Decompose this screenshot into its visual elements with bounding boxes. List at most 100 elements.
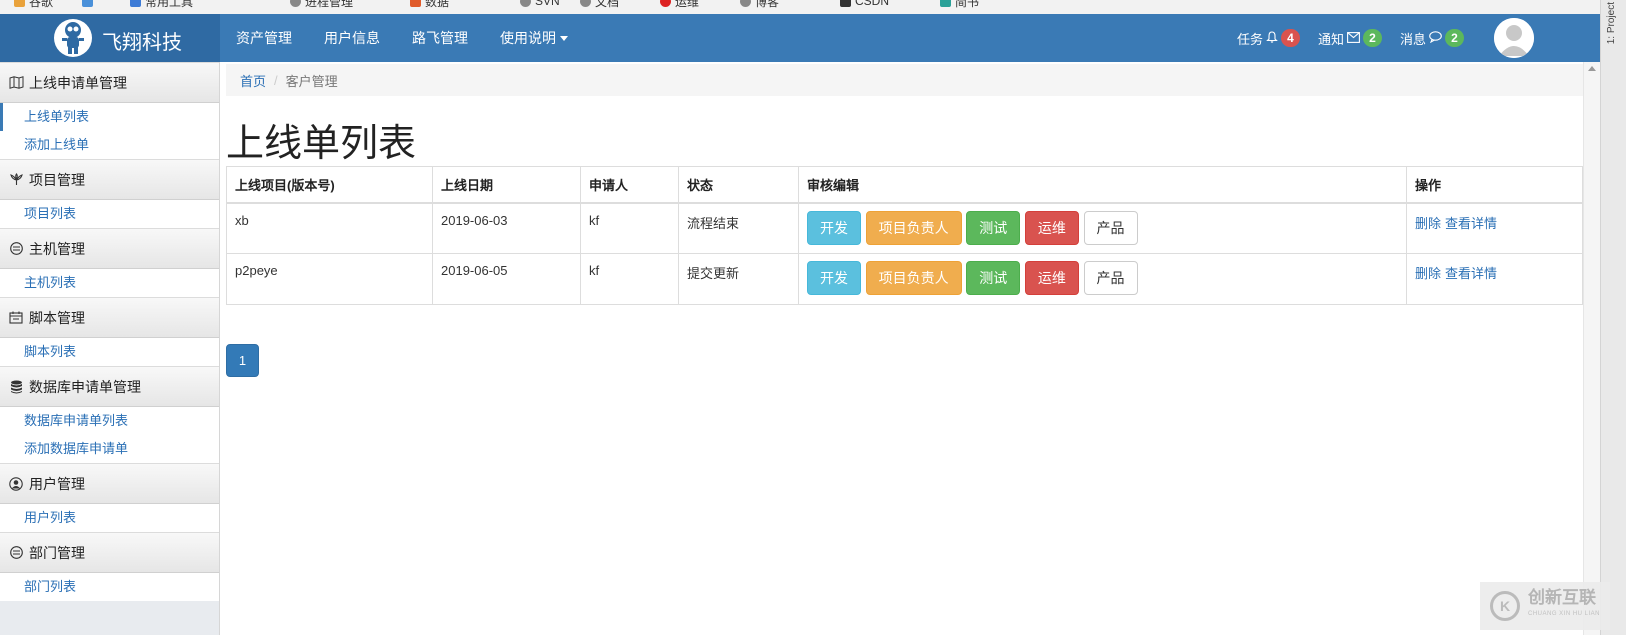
sidebar-item-add-db[interactable]: 添加数据库申请单 (0, 435, 219, 463)
sidebar-item-user-list[interactable]: 用户列表 (0, 504, 219, 532)
bookmark-item[interactable]: SVN (520, 0, 560, 8)
brand[interactable]: 飞翔科技 (0, 14, 220, 62)
bookmark-label[interactable]: SVN (535, 0, 560, 8)
sidebar-group-projects[interactable]: 项目管理 (0, 159, 219, 200)
review-dev-button[interactable]: 开发 (807, 261, 861, 295)
sidebar-group-label: 项目管理 (29, 171, 85, 188)
breadcrumb-home[interactable]: 首页 (240, 71, 266, 90)
brand-title[interactable]: 飞翔科技 (102, 26, 182, 55)
cell-applicant: kf (580, 202, 679, 254)
sidebar-submenu: 用户列表 (0, 504, 219, 532)
review-product-button[interactable]: 产品 (1083, 261, 1138, 295)
sidebar-item-add-deploy[interactable]: 添加上线单 (0, 131, 219, 159)
bookmark-item[interactable] (82, 0, 93, 8)
top-navbar: 飞翔科技 资产管理 用户信息 路飞管理 使用说明 任务 4 通知 2 消息 2 (0, 14, 1600, 62)
tasks-button[interactable]: 任务 4 (1237, 29, 1300, 48)
pagination-page-1[interactable]: 1 (226, 344, 259, 377)
bookmark-item[interactable]: 常用工具 (130, 0, 193, 10)
user-avatar[interactable] (1494, 18, 1534, 58)
bookmark-item[interactable]: 博客 (740, 0, 779, 10)
detail-link[interactable]: 查看详情 (1445, 216, 1497, 231)
review-ops-button[interactable]: 运维 (1024, 210, 1079, 245)
sidebar-group-deploy[interactable]: 上线申请单管理 (0, 62, 219, 103)
host-icon (8, 241, 24, 257)
tasks-label: 任务 (1236, 31, 1263, 47)
bookmark-item[interactable]: 谷歌 (14, 0, 53, 10)
sidebar-submenu: 主机列表 (0, 269, 219, 297)
review-test-button[interactable]: 测试 (966, 261, 1021, 295)
breadcrumb-separator: / (274, 72, 278, 88)
database-icon (8, 379, 24, 395)
bookmark-label[interactable]: 进程管理 (305, 0, 353, 10)
review-pm-button[interactable]: 项目负责人 (865, 261, 962, 295)
table-header-row: 上线项目(版本号) 上线日期 申请人 状态 审核编辑 操作 (226, 166, 1583, 204)
bookmark-item[interactable]: 运维 (660, 0, 699, 10)
sidebar-group-label: 部门管理 (29, 544, 85, 561)
messages-button[interactable]: 消息 2 (1400, 29, 1464, 48)
table-row: p2peye 2019-06-05 kf 提交更新 开发 项目负责人 测试 运维… (226, 253, 1583, 305)
flower-icon (8, 172, 24, 188)
sidebar-group-database[interactable]: 数据库申请单管理 (0, 366, 219, 407)
calendar-icon (8, 310, 24, 326)
bookmark-label[interactable]: 文档 (595, 0, 619, 10)
user-icon (8, 476, 24, 492)
sidebar-submenu: 部门列表 (0, 573, 219, 601)
cell-status: 流程结束 (678, 202, 799, 254)
nav-dropdown-label: 使用说明 (500, 30, 556, 46)
sidebar-item-deploy-list[interactable]: 上线单列表 (0, 103, 219, 131)
cell-date: 2019-06-05 (432, 253, 581, 305)
bookmark-label[interactable]: 常用工具 (145, 0, 193, 10)
notices-button[interactable]: 通知 2 (1318, 29, 1382, 48)
watermark-text: 创新互联 CHUANG XIN HU LIAN (1528, 589, 1600, 622)
bookmark-label[interactable]: 数据 (425, 0, 449, 10)
bookmark-item[interactable]: 简书 (940, 0, 979, 10)
delete-link[interactable]: 删除 (1415, 266, 1441, 281)
scroll-up-arrow-icon[interactable] (1588, 66, 1596, 71)
table-row: xb 2019-06-03 kf 流程结束 开发 项目负责人 测试 运维 产品 … (226, 202, 1583, 254)
main-content: 首页 / 客户管理 上线单列表 上线项目(版本号) 上线日期 申请人 状态 审核… (226, 62, 1583, 635)
detail-link[interactable]: 查看详情 (1445, 266, 1497, 281)
sidebar-item-script-list[interactable]: 脚本列表 (0, 338, 219, 366)
sidebar-submenu: 数据库申请单列表 添加数据库申请单 (0, 407, 219, 463)
sidebar-group-users[interactable]: 用户管理 (0, 463, 219, 504)
bell-icon (1266, 30, 1278, 46)
breadcrumb-current: 客户管理 (285, 73, 338, 89)
review-test-button[interactable]: 测试 (966, 210, 1021, 245)
sidebar-group-hosts[interactable]: 主机管理 (0, 228, 219, 269)
bookmark-label[interactable]: 谷歌 (29, 0, 53, 10)
column-header: 状态 (678, 166, 799, 204)
bookmark-label[interactable]: 博客 (755, 0, 779, 10)
sidebar-group-scripts[interactable]: 脚本管理 (0, 297, 219, 338)
department-icon (8, 545, 24, 561)
sidebar-submenu: 上线单列表 添加上线单 (0, 103, 219, 159)
sidebar-item-project-list[interactable]: 项目列表 (0, 200, 219, 228)
sidebar-item-db-list[interactable]: 数据库申请单列表 (0, 407, 219, 435)
bookmark-label[interactable]: CSDN (855, 0, 889, 8)
ide-project-tab[interactable]: 1: Project (1606, 2, 1620, 44)
sidebar-group-departments[interactable]: 部门管理 (0, 532, 219, 573)
review-ops-button[interactable]: 运维 (1024, 261, 1079, 295)
bookmark-item[interactable]: CSDN (840, 0, 889, 8)
sidebar-item-host-list[interactable]: 主机列表 (0, 269, 219, 297)
column-header: 申请人 (580, 166, 679, 204)
sidebar-item-dept-list[interactable]: 部门列表 (0, 573, 219, 601)
review-pm-button[interactable]: 项目负责人 (865, 210, 962, 245)
sidebar-group-label: 数据库申请单管理 (29, 378, 141, 395)
delete-link[interactable]: 删除 (1415, 216, 1441, 231)
cell-applicant: kf (580, 253, 679, 305)
review-dev-button[interactable]: 开发 (807, 210, 861, 245)
bookmark-label[interactable]: 运维 (675, 0, 699, 10)
bookmark-item[interactable]: 进程管理 (290, 0, 353, 10)
bookmark-item[interactable]: 数据 (410, 0, 449, 10)
cell-project: xb (226, 202, 433, 254)
nav-link-users[interactable]: 用户信息 (308, 14, 396, 62)
sidebar-group-label: 上线申请单管理 (29, 74, 127, 91)
watermark: K 创新互联 CHUANG XIN HU LIAN (1480, 582, 1610, 630)
content-scrollbar[interactable] (1583, 62, 1600, 635)
review-product-button[interactable]: 产品 (1083, 210, 1138, 245)
nav-link-lufei[interactable]: 路飞管理 (396, 14, 484, 62)
nav-dropdown-help[interactable]: 使用说明 (484, 14, 584, 62)
bookmark-label[interactable]: 简书 (955, 0, 979, 10)
bookmark-item[interactable]: 文档 (580, 0, 619, 10)
nav-link-assets[interactable]: 资产管理 (220, 14, 308, 62)
